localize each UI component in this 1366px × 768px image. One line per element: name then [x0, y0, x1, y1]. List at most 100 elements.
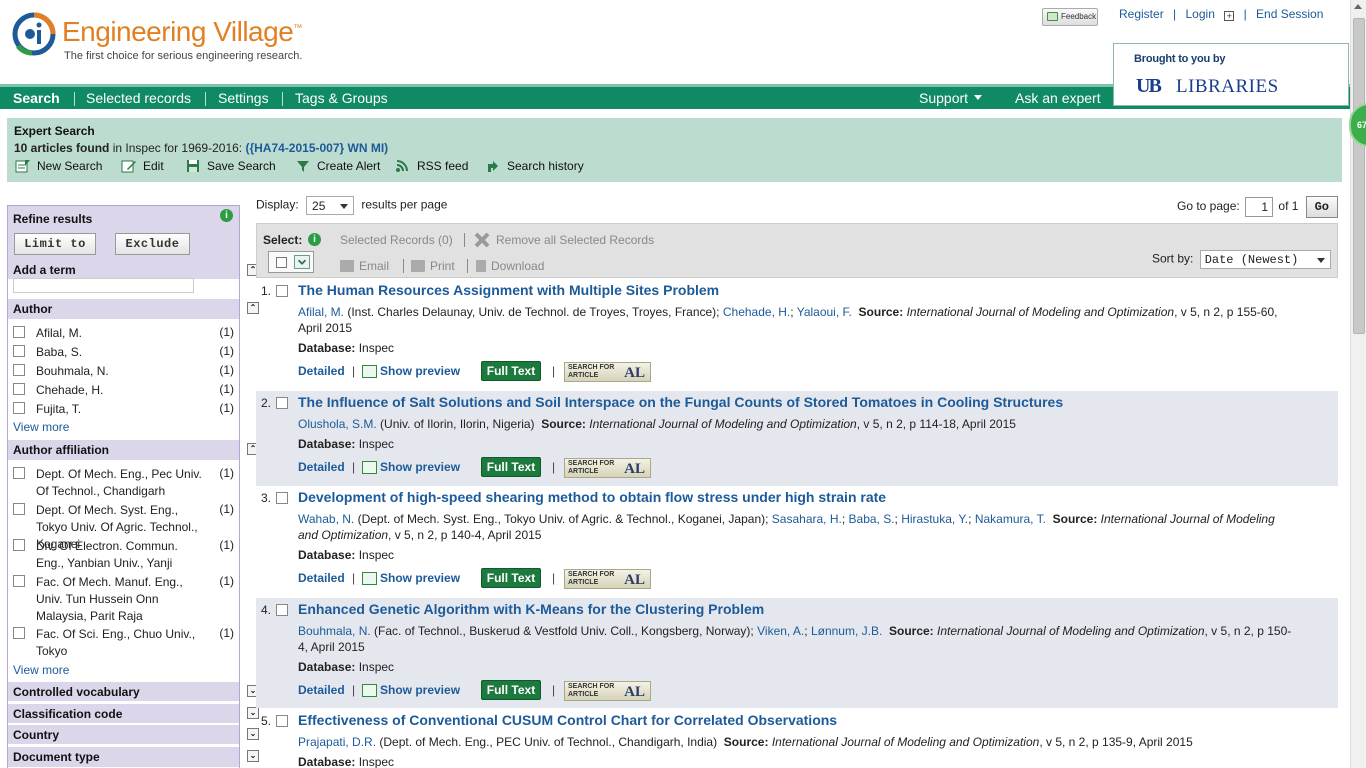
detailed-link[interactable]: Detailed — [298, 460, 345, 474]
detailed-link[interactable]: Detailed — [298, 364, 345, 378]
full-text-button[interactable]: Full Text — [481, 361, 541, 381]
show-preview-link[interactable]: Show preview — [380, 571, 460, 585]
affiliation-view-more-link[interactable]: View more — [13, 663, 69, 677]
result-checkbox[interactable] — [276, 492, 288, 504]
document-type-header[interactable]: Document type ⌄ — [8, 747, 259, 767]
result-title-link[interactable]: The Human Resources Assignment with Mult… — [298, 282, 719, 298]
checkbox[interactable] — [13, 627, 25, 639]
feedback-button[interactable]: Feedback — [1042, 8, 1098, 26]
author-link[interactable]: Chehade, H. — [723, 305, 790, 319]
author-link[interactable]: Prajapati, D.R. — [298, 735, 376, 749]
full-text-button[interactable]: Full Text — [481, 680, 541, 700]
checkbox[interactable] — [13, 345, 25, 357]
nav-support-label: Support — [919, 90, 969, 106]
new-search-button[interactable]: New Search — [15, 159, 102, 173]
search-for-article-button[interactable]: SEARCH FOR ARTICLE AL — [564, 458, 651, 478]
exclude-button[interactable]: Exclude — [115, 233, 190, 255]
print-button[interactable]: Print — [411, 259, 455, 273]
search-history-button[interactable]: Search history — [485, 159, 584, 173]
author-link[interactable]: Afilal, M. — [298, 305, 344, 319]
preview-icon[interactable] — [362, 461, 377, 474]
login-link[interactable]: Login — [1186, 7, 1215, 21]
nav-support[interactable]: Support — [919, 90, 983, 106]
result-title-link[interactable]: Development of high-speed shearing metho… — [298, 489, 886, 505]
nav-settings[interactable]: Settings — [218, 90, 269, 106]
classification-code-header[interactable]: Classification code ⌄ — [8, 704, 259, 724]
show-preview-link[interactable]: Show preview — [380, 683, 460, 697]
checkbox[interactable] — [13, 383, 25, 395]
email-button[interactable]: Email — [340, 259, 389, 273]
controlled-vocabulary-header[interactable]: Controlled vocabulary ⌄ — [8, 682, 259, 702]
checkbox[interactable] — [13, 326, 25, 338]
selected-records-link[interactable]: Selected Records (0) — [340, 233, 453, 247]
engineering-village-logo-icon[interactable] — [12, 12, 56, 56]
rss-feed-button[interactable]: RSS feed — [395, 159, 468, 173]
result-title-link[interactable]: The Influence of Salt Solutions and Soil… — [298, 394, 1063, 410]
author-link[interactable]: Olushola, S.M. — [298, 417, 377, 431]
author-link[interactable]: Nakamura, T. — [975, 512, 1046, 526]
checkbox[interactable] — [13, 402, 25, 414]
scroll-up-icon[interactable] — [1354, 4, 1362, 9]
author-link[interactable]: Bouhmala, N. — [298, 624, 371, 638]
result-checkbox[interactable] — [276, 285, 288, 297]
author-link[interactable]: Yalaoui, F. — [797, 305, 852, 319]
limit-to-button[interactable]: Limit to — [14, 233, 96, 255]
full-text-button[interactable]: Full Text — [481, 457, 541, 477]
select-all-checkbox[interactable] — [276, 257, 287, 268]
search-for-article-button[interactable]: SEARCH FOR ARTICLE AL — [564, 681, 651, 701]
sort-select[interactable]: Date (Newest) — [1199, 250, 1331, 269]
save-search-button[interactable]: Save Search — [185, 159, 276, 173]
search-query[interactable]: ({HA74-2015-007} WN MI) — [245, 141, 388, 155]
preview-icon[interactable] — [362, 365, 377, 378]
author-link[interactable]: Hirastuka, Y. — [901, 512, 968, 526]
show-preview-link[interactable]: Show preview — [380, 364, 460, 378]
edit-button[interactable]: Edit — [121, 159, 164, 173]
result-title-link[interactable]: Enhanced Genetic Algorithm with K-Means … — [298, 601, 764, 617]
page-number-input[interactable]: 1 — [1245, 197, 1274, 217]
result-checkbox[interactable] — [276, 397, 288, 409]
nav-tags-groups[interactable]: Tags & Groups — [295, 90, 388, 106]
full-text-button[interactable]: Full Text — [481, 568, 541, 588]
checkbox[interactable] — [13, 364, 25, 376]
checkbox[interactable] — [13, 575, 25, 587]
nav-ask-expert[interactable]: Ask an expert — [1015, 90, 1101, 106]
result-title-link[interactable]: Effectiveness of Conventional CUSUM Cont… — [298, 712, 837, 728]
search-for-article-button[interactable]: SEARCH FOR ARTICLE AL — [564, 569, 651, 589]
download-button[interactable]: Download — [476, 259, 544, 273]
search-for-article-button[interactable]: SEARCH FOR ARTICLE AL — [564, 362, 651, 382]
result-checkbox[interactable] — [276, 715, 288, 727]
rss-icon — [396, 160, 408, 172]
go-button[interactable]: Go — [1305, 196, 1338, 218]
detailed-link[interactable]: Detailed — [298, 571, 345, 585]
author-link[interactable]: Lønnum, J.B. — [811, 624, 882, 638]
add-term-input[interactable] — [13, 278, 194, 293]
remove-all-selected-button[interactable]: Remove all Selected Records — [473, 232, 654, 248]
author-link[interactable]: Baba, S. — [849, 512, 895, 526]
nav-search[interactable]: Search — [13, 90, 60, 106]
checkbox[interactable] — [13, 503, 25, 515]
info-icon[interactable]: i — [308, 233, 321, 246]
checkbox[interactable] — [13, 539, 25, 551]
author-view-more-link[interactable]: View more — [13, 420, 69, 434]
preview-icon[interactable] — [362, 684, 377, 697]
author-link[interactable]: Wahab, N. — [298, 512, 354, 526]
preview-icon[interactable] — [362, 572, 377, 585]
show-preview-link[interactable]: Show preview — [380, 460, 460, 474]
result-checkbox[interactable] — [276, 604, 288, 616]
author-link[interactable]: Viken, A. — [757, 624, 804, 638]
select-all-dropdown[interactable] — [268, 251, 314, 273]
results-per-page-select[interactable]: 25 — [306, 196, 355, 215]
chevron-down-icon[interactable] — [294, 255, 310, 269]
end-session-link[interactable]: End Session — [1256, 7, 1323, 21]
author-link[interactable]: Sasahara, H. — [772, 512, 842, 526]
brand-name[interactable]: Engineering Village™ — [62, 16, 302, 48]
country-header[interactable]: Country ⌄ — [8, 725, 259, 745]
register-link[interactable]: Register — [1119, 7, 1164, 21]
expand-plus-icon[interactable]: + — [1224, 11, 1235, 21]
scrollbar-thumb[interactable] — [1353, 18, 1365, 334]
info-icon[interactable]: i — [220, 209, 233, 222]
checkbox[interactable] — [13, 467, 25, 479]
nav-selected-records[interactable]: Selected records — [86, 90, 191, 106]
detailed-link[interactable]: Detailed — [298, 683, 345, 697]
create-alert-button[interactable]: Create Alert — [295, 159, 380, 173]
